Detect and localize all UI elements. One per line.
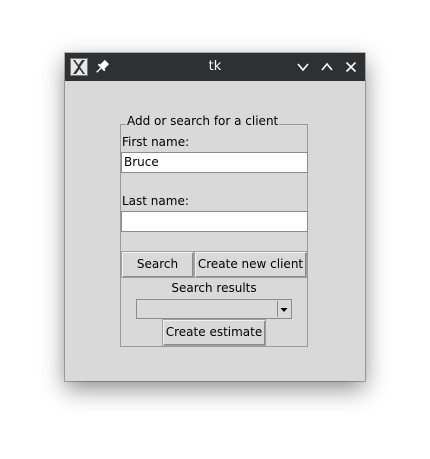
app-icon[interactable] [70,58,88,76]
chevron-down-icon[interactable] [295,59,311,75]
frame-label: Add or search for a client [126,114,280,129]
tk-window: tk Add or search for a client First name… [65,53,365,381]
first-name-field[interactable]: Bruce [121,152,308,173]
title-bar[interactable]: tk [65,53,365,81]
last-name-label: Last name: [122,194,189,208]
last-name-field[interactable] [121,211,308,232]
chevron-up-icon[interactable] [319,59,335,75]
pin-icon[interactable] [94,58,110,76]
close-icon[interactable] [343,59,359,75]
search-button[interactable]: Search [121,251,194,278]
search-results-label: Search results [171,281,257,295]
chevron-down-icon[interactable] [277,301,290,317]
create-estimate-button[interactable]: Create estimate [162,319,266,346]
first-name-label: First name: [122,135,190,149]
create-new-client-button[interactable]: Create new client [194,251,307,278]
search-results-combobox[interactable] [136,299,292,319]
search-results-value [137,304,140,318]
